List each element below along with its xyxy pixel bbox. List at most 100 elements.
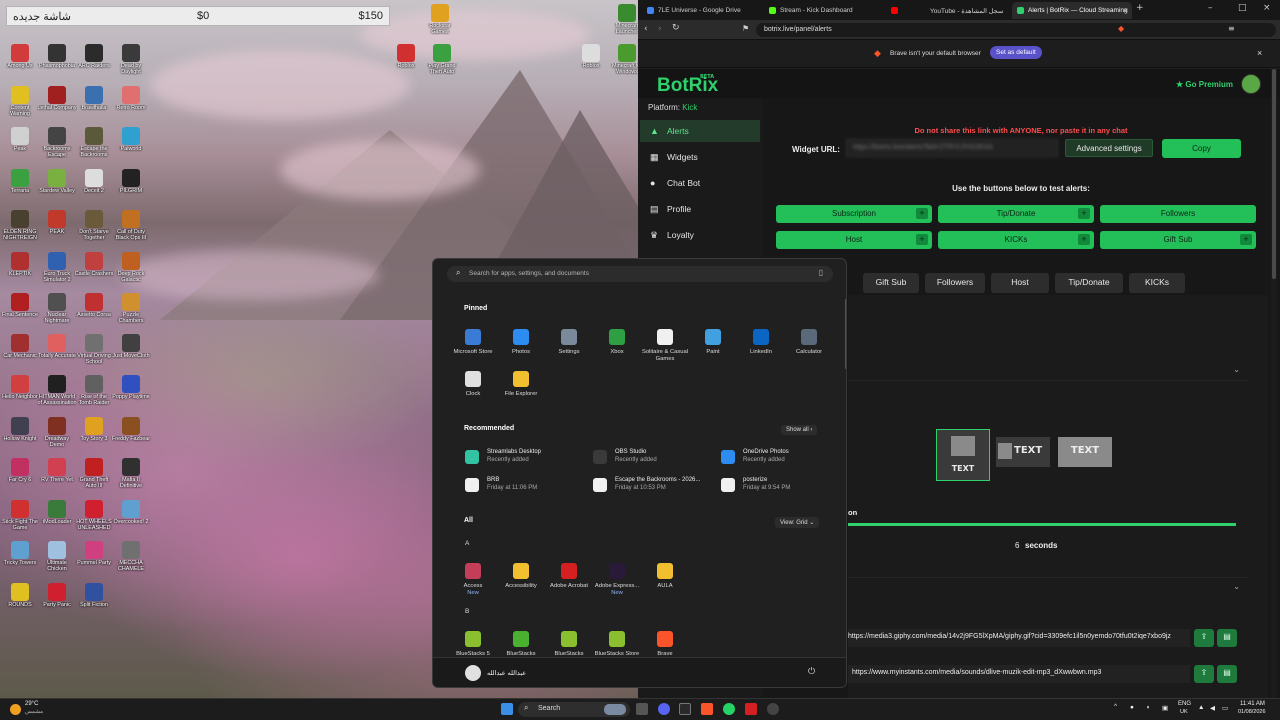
desktop-shortcut[interactable]: Grand Theft Auto III <box>74 458 114 489</box>
desktop-shortcut[interactable]: Retro Room <box>111 86 151 117</box>
desktop-shortcut[interactable]: Poppy Playtime <box>111 375 151 406</box>
desktop-shortcut[interactable]: Peak <box>0 127 40 158</box>
user-name[interactable]: عبدالله عبدالله <box>487 669 526 677</box>
bookmark-icon[interactable]: ⚑ <box>742 24 749 33</box>
brave-icon[interactable] <box>701 703 713 715</box>
desktop-shortcut[interactable]: Dead by Daylight <box>111 44 151 75</box>
desktop-shortcut[interactable]: Virtual Driving School <box>74 334 114 365</box>
desktop-shortcut[interactable]: Deep Rock Galactic <box>111 252 151 283</box>
desktop-shortcut[interactable]: Stick Fight The Game <box>0 500 40 531</box>
desktop-shortcut[interactable]: Tricky Towers <box>0 541 40 572</box>
forward-icon[interactable]: › <box>658 24 662 34</box>
close-tab-icon[interactable]: × <box>1123 6 1128 15</box>
desktop-shortcut[interactable]: ARC Raiders <box>74 44 114 75</box>
tab-youtube[interactable]: YouTube - سجل المشاهدة <box>886 2 1010 19</box>
battery-icon[interactable]: ▭ <box>1222 704 1228 712</box>
recommended-item[interactable]: OBS Studio Recently added <box>593 448 717 468</box>
power-icon[interactable]: ⏻ <box>808 666 815 677</box>
desktop-shortcut[interactable]: PILGRIM <box>111 169 151 200</box>
discord-icon[interactable] <box>658 703 670 715</box>
sidebar-item-alerts[interactable]: ▲ Alerts <box>640 120 760 142</box>
url-field[interactable]: botrix.live/panel/alerts <box>756 23 1276 37</box>
menu-icon[interactable]: ≡ <box>1228 24 1235 33</box>
layout-option-image-top[interactable]: TEXT <box>936 429 990 481</box>
desktop-shortcut[interactable]: Lethal Company <box>37 86 77 117</box>
desktop-shortcut[interactable]: Party Panic <box>37 583 77 614</box>
gif-url-field[interactable]: https://media3.giphy.com/media/14v2j9FG5… <box>848 629 1190 647</box>
desktop-shortcut[interactable]: ROUNDS <box>0 583 40 614</box>
desktop-shortcut[interactable]: Car Mechanic <box>0 334 40 365</box>
task-view-icon[interactable] <box>636 703 648 715</box>
gallery-icon[interactable]: ▤ <box>1217 665 1237 683</box>
desktop-shortcut[interactable]: Escape the Backrooms <box>74 127 114 158</box>
capcut-icon[interactable] <box>679 703 691 715</box>
user-avatar[interactable] <box>1241 74 1261 94</box>
desktop-shortcut[interactable]: Rise of the Tomb Raider <box>74 375 114 406</box>
letter-b[interactable]: B <box>465 608 469 615</box>
brave-shields-icon[interactable]: ◆ <box>1118 24 1124 33</box>
upload-icon[interactable]: ⇪ <box>1194 665 1214 683</box>
duration-slider[interactable] <box>848 523 1236 526</box>
clock-time[interactable]: 11:41 AM <box>1240 701 1265 707</box>
tab-host[interactable]: Host <box>991 273 1049 293</box>
desktop-shortcut[interactable]: KLEPTIK <box>0 252 40 283</box>
desktop-shortcut[interactable]: Mafia II Definitive <box>111 458 151 489</box>
page-scrollbar[interactable] <box>1271 69 1277 698</box>
close-notice-icon[interactable]: × <box>1257 48 1262 58</box>
recommended-item[interactable]: BRB Friday at 11:06 PM <box>465 476 589 496</box>
widget-url-field[interactable]: https://botrix.live/alerts?bid=ZTRYLFH3J… <box>846 139 1058 157</box>
desktop-shortcut[interactable]: Roblox <box>571 44 611 75</box>
tray-chevron-icon[interactable]: ^ <box>1114 703 1117 710</box>
desktop-shortcut[interactable]: Totally Accurate <box>37 334 77 365</box>
desktop-shortcut[interactable]: PEAK <box>37 210 77 241</box>
desktop-shortcut[interactable]: MECCHA CHAMELE <box>111 541 151 572</box>
copy-button[interactable]: Copy <box>1162 139 1241 158</box>
desktop-shortcut[interactable]: ELDEN RING NIGHTREIGN <box>0 210 40 241</box>
acrobat-icon[interactable] <box>745 703 757 715</box>
desktop-shortcut[interactable]: HOT WHEELS UNLEASHED <box>74 500 114 531</box>
collapse-row-2[interactable]: ⌄ <box>848 577 1248 597</box>
taskbar-search[interactable]: ⌕ Search <box>518 702 630 717</box>
letter-a[interactable]: A <box>465 540 469 547</box>
start-scrollbar[interactable] <box>845 299 846 369</box>
recommended-item[interactable]: Escape the Backrooms - 2026... Friday at … <box>593 476 717 496</box>
desktop-shortcut[interactable]: Stardew Valley <box>37 169 77 200</box>
minimize-icon[interactable]: – <box>1208 3 1213 13</box>
start-app-tile[interactable]: File Explorer <box>493 371 549 398</box>
upload-icon[interactable]: ⇪ <box>1194 629 1214 647</box>
desktop-shortcut[interactable]: Palworld <box>111 127 151 158</box>
desktop-shortcut[interactable]: Among Us <box>0 44 40 75</box>
gallery-icon[interactable]: ▤ <box>1217 629 1237 647</box>
desktop-shortcut[interactable]: Play Grand Theft Auto <box>422 44 462 75</box>
go-premium-link[interactable]: ★ Go Premium <box>1176 80 1233 89</box>
desktop-shortcut[interactable]: Hello Neighbor <box>0 375 40 406</box>
tab-followers[interactable]: Followers <box>925 273 985 293</box>
start-search-input[interactable]: ⌕ Search for apps, settings, and documen… <box>447 266 833 282</box>
desktop-shortcut[interactable]: Call of Duty Black Ops III <box>111 210 151 241</box>
recommended-item[interactable]: Streamlabs Desktop Recently added <box>465 448 589 468</box>
desktop-shortcut[interactable]: Hollow Knight <box>0 417 40 448</box>
tab-gift-sub[interactable]: Gift Sub <box>863 273 919 293</box>
desktop-shortcut[interactable]: HITMAN World of Assassination <box>37 375 77 406</box>
sidebar-item-chat-bot[interactable]: ● Chat Bot <box>640 172 760 194</box>
obs-icon[interactable] <box>767 703 779 715</box>
test-tip-donate-button[interactable]: Tip/Donate + <box>938 205 1094 223</box>
desktop-shortcut[interactable]: Overcooked! 2 <box>111 500 151 531</box>
copilot-icon[interactable]: ▯ <box>819 268 823 277</box>
view-grid-button[interactable]: View: Grid ⌄ <box>775 517 820 528</box>
desktop-shortcut[interactable]: Phasmophobia <box>37 44 77 75</box>
desktop-shortcut[interactable]: RV There Yet <box>37 458 77 489</box>
scrollbar-thumb[interactable] <box>1272 69 1276 279</box>
desktop-shortcut[interactable]: Final Sentence <box>0 293 40 324</box>
desktop-shortcut[interactable]: Dreadway Demo <box>37 417 77 448</box>
desktop-shortcut[interactable]: Content Warning <box>0 86 40 117</box>
tab-tip-donate[interactable]: Tip/Donate <box>1055 273 1123 293</box>
tab-kick-dashboard[interactable]: Stream - Kick Dashboard <box>764 2 882 19</box>
tab-kicks[interactable]: KICKs <box>1129 273 1185 293</box>
weather-temp[interactable]: 29°C <box>25 701 38 707</box>
desktop-shortcut[interactable]: Pummel Party <box>74 541 114 572</box>
desktop-shortcut[interactable]: Just MoveCloth <box>111 334 151 365</box>
recommended-item[interactable]: OneDrive Photos Recently added <box>721 448 845 468</box>
desktop-shortcut[interactable]: Don't Starve Together <box>74 210 114 241</box>
show-all-button[interactable]: Show all › <box>781 425 818 435</box>
